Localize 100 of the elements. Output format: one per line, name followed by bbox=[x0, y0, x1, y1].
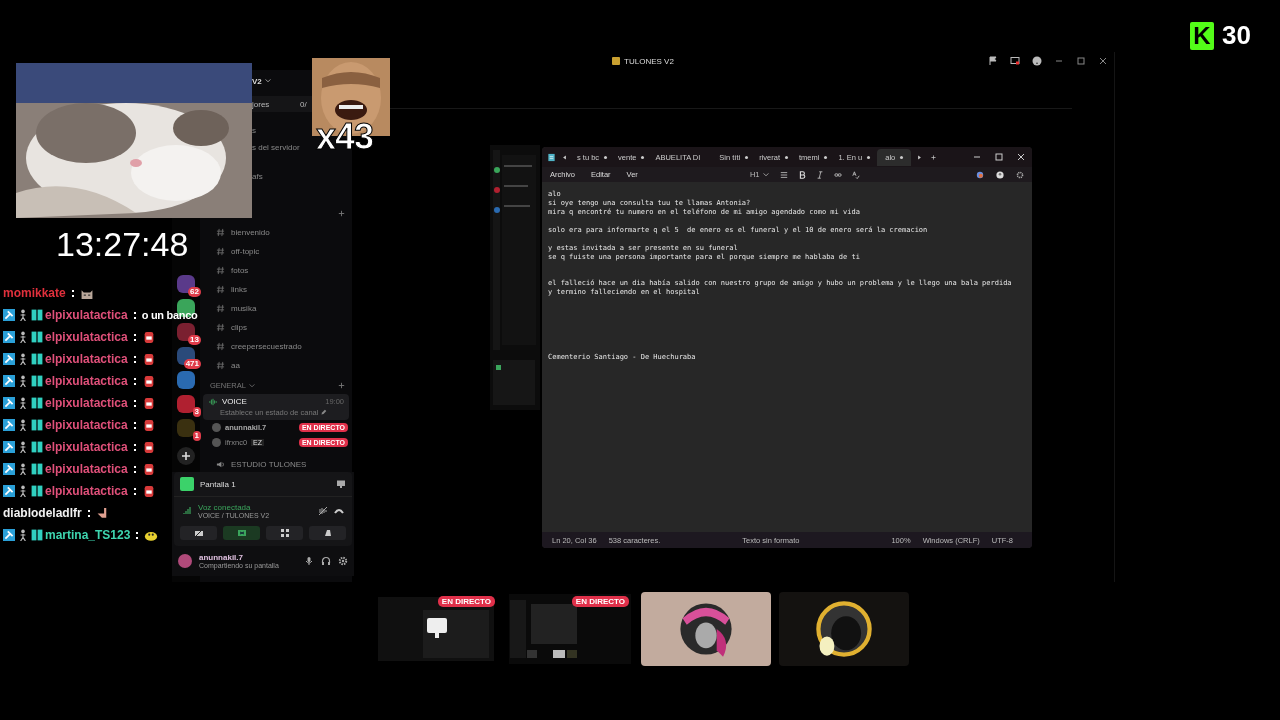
text-channel[interactable]: clips bbox=[216, 318, 247, 337]
close-icon[interactable] bbox=[1016, 152, 1026, 162]
separator-icon bbox=[132, 441, 137, 453]
pencil-icon[interactable] bbox=[320, 409, 328, 416]
bold-icon[interactable] bbox=[798, 170, 807, 179]
chat-username[interactable]: elpixulatactica bbox=[45, 484, 128, 498]
maximize-icon[interactable] bbox=[1076, 56, 1086, 66]
hash-icon bbox=[216, 228, 225, 237]
chat-username[interactable]: elpixulatactica bbox=[45, 352, 128, 366]
channel-name: VOICE bbox=[222, 397, 247, 406]
signal-icon bbox=[182, 506, 192, 516]
text-channel[interactable]: aa bbox=[216, 356, 240, 375]
microphone-icon[interactable] bbox=[304, 556, 314, 566]
voice-channel[interactable]: ESTUDIO TULONES bbox=[216, 455, 307, 474]
sidebar-item[interactable]: s bbox=[252, 126, 256, 135]
add-server-button[interactable] bbox=[177, 447, 195, 465]
text-channel[interactable]: off-topic bbox=[216, 242, 260, 261]
soundboard-button[interactable] bbox=[309, 526, 346, 540]
scroll-left-icon[interactable] bbox=[561, 153, 568, 161]
header-tab[interactable]: 0/ bbox=[300, 99, 307, 109]
figure-badge-icon bbox=[17, 441, 29, 453]
figure-badge-icon bbox=[17, 419, 29, 431]
hash-icon bbox=[216, 323, 225, 332]
chat-username[interactable]: martina_TS123 bbox=[45, 528, 131, 542]
add-icon[interactable] bbox=[337, 209, 346, 218]
separator-icon bbox=[132, 397, 137, 409]
subscriber-badge-icon bbox=[31, 397, 43, 409]
text-channel[interactable]: bienvenido bbox=[216, 223, 270, 242]
add-icon[interactable] bbox=[337, 381, 346, 390]
caret-icon[interactable] bbox=[263, 77, 272, 85]
chat-username[interactable]: momikkate bbox=[3, 286, 66, 300]
monitor-icon[interactable] bbox=[336, 479, 346, 489]
settings-icon[interactable] bbox=[1016, 170, 1024, 179]
separator-icon bbox=[132, 309, 137, 321]
text-channel[interactable]: creepersecuestrado bbox=[216, 337, 302, 356]
sidebar-item[interactable]: s del servidor bbox=[252, 143, 300, 152]
soundboard-icon bbox=[322, 528, 333, 538]
activities-button[interactable] bbox=[266, 526, 303, 540]
stream-tile[interactable] bbox=[779, 592, 909, 666]
sidebar-item[interactable]: afs bbox=[252, 172, 263, 181]
maximize-icon[interactable] bbox=[994, 152, 1004, 162]
hammer-badge-icon bbox=[3, 331, 15, 343]
flag-icon[interactable] bbox=[988, 56, 998, 66]
connection-status: Voz conectada bbox=[198, 503, 252, 512]
hash-icon bbox=[216, 247, 225, 256]
unread-badge: 13 bbox=[188, 335, 201, 345]
separator-icon bbox=[86, 507, 91, 519]
subscriber-badge-icon bbox=[31, 331, 43, 343]
text-channel[interactable]: links bbox=[216, 280, 247, 299]
camera-button[interactable] bbox=[180, 526, 217, 540]
caret-icon[interactable] bbox=[762, 170, 771, 179]
link-icon[interactable] bbox=[834, 170, 843, 179]
camera-off-icon bbox=[193, 528, 204, 538]
scroll-right-icon[interactable] bbox=[916, 153, 924, 161]
chat-username[interactable]: elpixulatactica bbox=[45, 418, 128, 432]
close-icon[interactable] bbox=[1098, 56, 1108, 66]
italic-icon[interactable] bbox=[816, 170, 825, 179]
text-channel[interactable]: musika bbox=[216, 299, 257, 318]
hash-icon bbox=[216, 304, 225, 313]
settings-icon[interactable] bbox=[338, 556, 348, 566]
copilot-icon[interactable] bbox=[976, 170, 984, 179]
unread-badge: 471 bbox=[183, 359, 201, 369]
separator-icon bbox=[132, 463, 137, 475]
hang-up-icon[interactable] bbox=[334, 506, 344, 516]
header-tab[interactable]: jores bbox=[252, 99, 270, 109]
list-icon[interactable] bbox=[780, 170, 789, 179]
text-channel[interactable]: fotos bbox=[216, 261, 249, 280]
figure-badge-icon bbox=[17, 397, 29, 409]
add-tab-icon[interactable] bbox=[930, 153, 938, 161]
share-screen-button[interactable] bbox=[223, 526, 260, 540]
grid-icon bbox=[279, 528, 290, 538]
hash-icon bbox=[216, 266, 225, 275]
headphones-icon[interactable] bbox=[321, 556, 331, 566]
live-badge: EN DIRECTO bbox=[437, 596, 495, 607]
subscriber-badge-icon bbox=[31, 353, 43, 365]
hammer-badge-icon bbox=[3, 309, 15, 321]
unread-badge: 3 bbox=[192, 407, 201, 417]
user-name[interactable]: anunnakil.7 bbox=[199, 553, 279, 562]
figure-badge-icon bbox=[17, 375, 29, 387]
chat-username[interactable]: elpixulatactica bbox=[45, 308, 128, 322]
subscriber-badge-icon bbox=[31, 485, 43, 497]
help-icon[interactable] bbox=[1032, 56, 1042, 66]
separator-icon bbox=[132, 419, 137, 431]
stream-tile[interactable]: EN DIRECTO bbox=[507, 592, 633, 666]
spellcheck-icon[interactable] bbox=[852, 170, 861, 179]
chat-username[interactable]: elpixulatactica bbox=[45, 330, 128, 344]
chat-username[interactable]: elpixulatactica bbox=[45, 462, 128, 476]
voice-icon bbox=[208, 397, 218, 406]
hammer-badge-icon bbox=[3, 419, 15, 431]
screen-icon[interactable] bbox=[1010, 56, 1020, 66]
separator-icon bbox=[132, 485, 137, 497]
chat-username[interactable]: elpixulatactica bbox=[45, 374, 128, 388]
account-icon[interactable] bbox=[996, 170, 1004, 179]
server-name[interactable]: V2 bbox=[252, 76, 262, 86]
noise-icon[interactable] bbox=[318, 506, 328, 516]
chat-username[interactable]: elpixulatactica bbox=[45, 440, 128, 454]
viewer-count: 30 bbox=[1222, 20, 1251, 51]
chat-username[interactable]: diablodeladlfr bbox=[3, 506, 82, 520]
stream-tile[interactable] bbox=[641, 592, 771, 666]
chat-username[interactable]: elpixulatactica bbox=[45, 396, 128, 410]
